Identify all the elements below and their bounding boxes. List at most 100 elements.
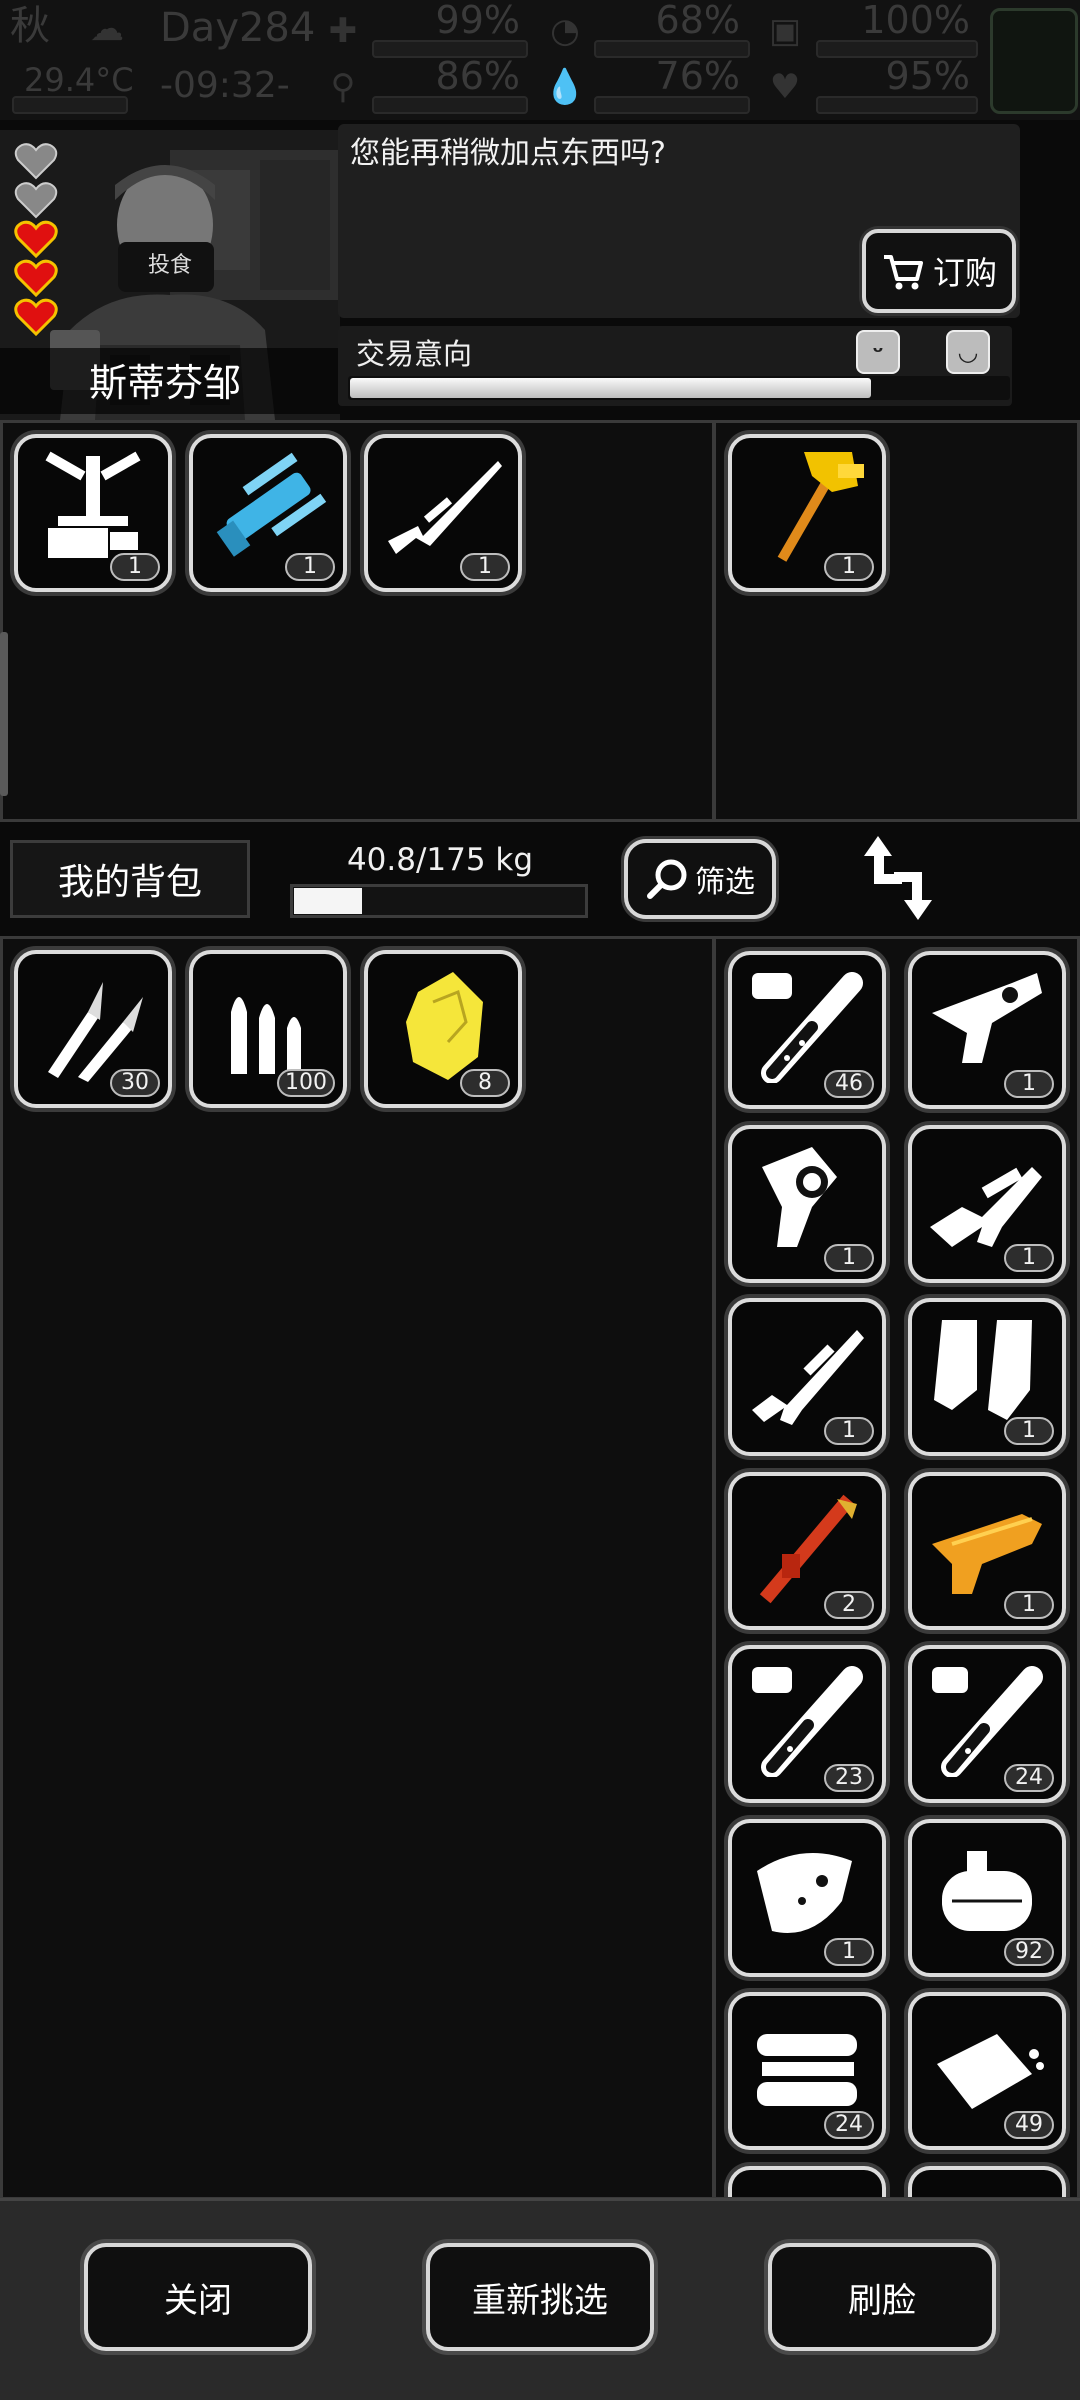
my-backpack-button[interactable]: 我的背包 [10,840,250,918]
item-count-badge: 46 [824,1070,874,1098]
leg-icon: ⚲ [330,67,356,107]
swap-icon[interactable] [858,832,938,924]
inventory-item-slot[interactable]: 24 [908,1645,1066,1803]
reselect-button-label: 重新挑选 [472,2280,608,2321]
orange-shotgun-icon [932,1513,1042,1594]
inventory-item-slot[interactable]: 2 [728,1471,886,1630]
inventory-item-slot[interactable]: 1 [908,951,1066,1109]
status-bar: 秋 ☁ Day284 29.4°C -09:32- ✚ 99% ⚲ 86% ◔ … [0,0,1080,120]
close-button[interactable]: 关闭 [84,2243,312,2351]
my-offered-item-slot[interactable]: 100 [189,950,347,1108]
inventory-item-slot[interactable]: 1 [728,1124,886,1283]
trade-intent-fill [350,378,871,398]
inventory-item-slot[interactable]: 1 [908,1471,1066,1630]
item-count-badge: 24 [1004,1764,1054,1792]
trader-item-slot[interactable]: 1 [364,434,522,592]
water-drop-icon: 💧 [543,67,587,107]
clock-label: -09:32- [160,65,290,106]
bread-icon [937,2034,1044,2109]
canned-food-icon [942,1850,1032,1931]
boots-icon [934,1320,1032,1420]
order-button[interactable]: 订购 [862,229,1016,313]
inventory-item-slot[interactable]: 23 [728,1645,886,1803]
shotgun-pistol-icon [932,973,1042,1063]
stomach-icon: ◔ [550,11,580,51]
potion-vi-icon [752,1666,863,1777]
rifle-ammo-icon [48,982,143,1082]
minimap-button[interactable] [990,8,1078,114]
medkit-icon: ✚ [328,11,358,51]
sandwich-icon [757,2034,857,2106]
heart-filled-icon [14,220,58,258]
inventory-item-slot[interactable]: 49 [908,1992,1066,2150]
trade-intent-label: 交易意向 [356,337,473,371]
season-label: 秋 [10,3,50,49]
item-count-badge: 2 [824,1590,874,1619]
weather-icon: ☁ [90,9,124,49]
refresh-face-button-label: 刷脸 [848,2280,916,2321]
inventory-item-slot[interactable]: 1 [908,1124,1066,1283]
item-count-badge: 92 [1004,1937,1054,1966]
inventory-item-slot[interactable]: 46 [728,951,886,1109]
item-count-badge: 1 [1004,1243,1054,1272]
blue-minigun-icon [216,452,327,557]
item-count-badge: 1 [824,1243,874,1272]
stamina-value: 86% [435,54,520,98]
inventory-item-slot[interactable] [908,2165,1066,2197]
health-value: 99% [435,0,520,42]
revolver-launcher-icon [762,1146,837,1247]
my-offered-item-slot[interactable]: 8 [364,950,522,1108]
bullets-icon [231,997,301,1074]
item-count-badge: 49 [1004,2111,1054,2139]
heart-empty-icon [14,182,58,219]
item-count-badge: 1 [1004,1417,1054,1445]
refresh-face-button[interactable]: 刷脸 [768,2243,996,2351]
inventory-scroll-area[interactable]: 46 1 1 1 1 1 2 1 23 24 1 92 24 49 [716,939,1080,2197]
item-count-badge: 100 [277,1069,335,1097]
inventory-item-slot[interactable]: 24 [728,1992,886,2150]
close-button-label: 关闭 [164,2280,232,2321]
filter-button[interactable]: 筛选 [624,839,776,919]
mood-value: 95% [885,54,970,98]
thirst-bar [594,96,750,114]
magnifier-icon [647,859,687,899]
item-count-badge: 1 [1004,1070,1054,1098]
item-count-badge: 1 [460,553,510,581]
item-count-badge: 1 [824,1937,874,1966]
inventory-item-slot[interactable]: 1 [908,1298,1066,1456]
heart-filled-icon [14,298,58,336]
inventory-item-slot[interactable]: 1 [728,1818,886,1977]
reselect-button[interactable]: 重新挑选 [426,2243,654,2351]
heart-filled-icon [14,259,58,297]
npc-name: 斯蒂芬邹 [88,361,241,405]
golden-hammer-icon [777,452,864,562]
my-backpack-label: 我的背包 [57,862,202,903]
item-count-badge: 1 [285,553,335,581]
weight-bar-fill [294,888,362,914]
trader-scrollbar[interactable] [0,632,8,796]
inventory-item-slot[interactable] [728,2165,886,2197]
heart-empty-icon [14,143,58,180]
red-rpg-icon [759,1494,857,1603]
item-count-badge: 24 [824,2111,874,2139]
trader-item-slot[interactable]: 1 [189,434,347,592]
offered-item-slot[interactable]: 1 [728,434,886,592]
potion-v-icon [932,1666,1043,1777]
item-count-badge: 1 [1004,1590,1054,1619]
stamina-bar [372,96,528,114]
water-bottle-icon: ▣ [768,11,802,51]
inventory-item-slot[interactable]: 92 [908,1818,1066,1977]
trader-panel-divider [712,420,716,822]
cart-icon [883,255,923,290]
trader-item-slot[interactable]: 1 [14,434,172,592]
inventory-item-slot[interactable]: 1 [728,1298,886,1456]
happy-face-icon: ◡ [946,330,990,374]
meat-chunk-icon [757,1852,852,1933]
npc-mask-text: 投食 [148,253,192,278]
assault-rifle-icon [930,1166,1042,1247]
filter-button-label: 筛选 [695,865,755,900]
order-button-label: 订购 [932,254,997,292]
my-offered-item-slot[interactable]: 30 [14,950,172,1108]
neutral-face-icon: ᵕ [856,330,900,374]
sniper-rifle-icon [388,461,502,554]
